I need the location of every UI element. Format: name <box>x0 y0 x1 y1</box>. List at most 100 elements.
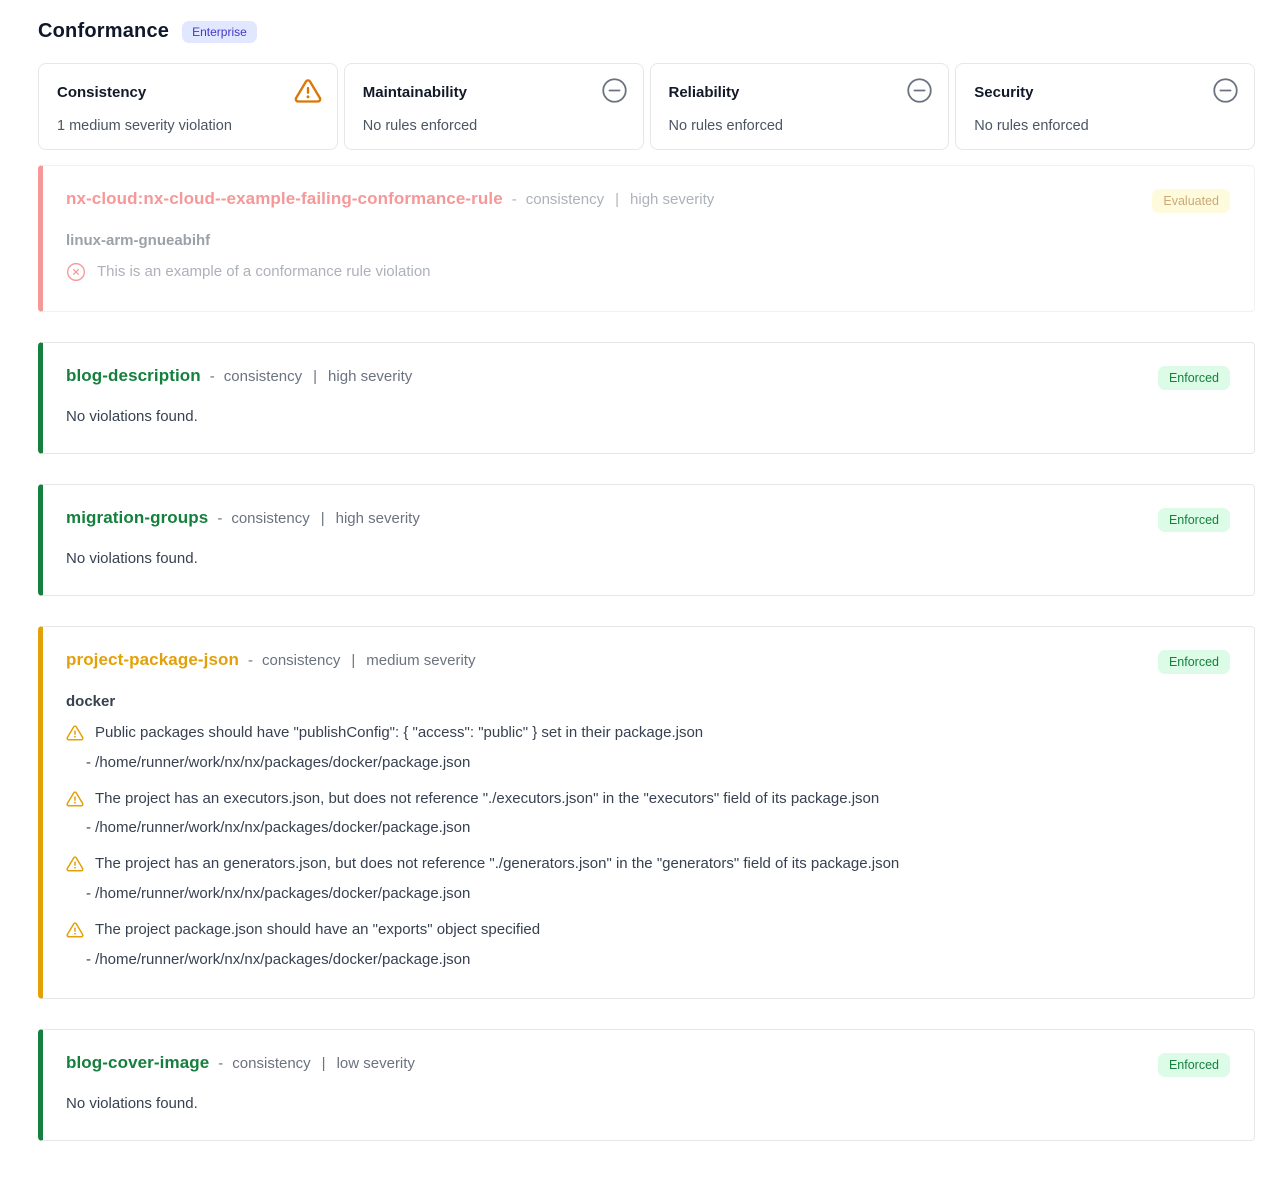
summary-card-status: No rules enforced <box>669 118 934 134</box>
violation-message: The project has an generators.json, but … <box>95 853 899 875</box>
rule-title: project-package-json - consistency | med… <box>66 650 475 670</box>
violation-row: The project has an generators.json, but … <box>66 853 1230 875</box>
summary-card-consistency: Consistency 1 medium severity violation <box>38 63 338 150</box>
violation-file-path: - /home/runner/work/nx/nx/packages/docke… <box>86 883 1230 904</box>
conformance-page: Conformance Enterprise Consistency 1 med… <box>0 0 1287 1171</box>
dash-circle-icon <box>906 77 933 104</box>
violation-row: This is an example of a conformance rule… <box>66 261 1230 283</box>
summary-card-security: Security No rules enforced <box>955 63 1255 150</box>
rule-list: nx-cloud:nx-cloud--example-failing-confo… <box>38 165 1255 1141</box>
warning-triangle-icon <box>66 724 84 742</box>
violation-message: The project has an executors.json, but d… <box>95 788 879 810</box>
rule-head: nx-cloud:nx-cloud--example-failing-confo… <box>66 189 1230 213</box>
rule-separator: | <box>313 368 317 385</box>
rule-category: consistency <box>262 652 340 669</box>
violation-row: Public packages should have "publishConf… <box>66 722 1230 744</box>
rule-dash: - <box>217 510 222 527</box>
violation-list: This is an example of a conformance rule… <box>66 261 1230 283</box>
rule-severity: high severity <box>336 510 420 527</box>
x-circle-icon <box>66 262 86 282</box>
rule-head: blog-cover-image - consistency | low sev… <box>66 1053 1230 1077</box>
rule-head: blog-description - consistency | high se… <box>66 366 1230 390</box>
enforced-badge: Enforced <box>1158 650 1230 674</box>
rule-card-blog-cover-image: blog-cover-image - consistency | low sev… <box>38 1029 1255 1141</box>
evaluated-badge: Evaluated <box>1152 189 1230 213</box>
summary-card-title: Reliability <box>669 77 740 101</box>
summary-card-top: Maintainability <box>363 77 628 104</box>
violation-message: Public packages should have "publishConf… <box>95 722 703 744</box>
rule-separator: | <box>351 652 355 669</box>
summary-card-maintainability: Maintainability No rules enforced <box>344 63 644 150</box>
dash-circle-icon <box>601 77 628 104</box>
enforced-badge: Enforced <box>1158 366 1230 390</box>
rule-severity: medium severity <box>366 652 475 669</box>
violation-file-path: - /home/runner/work/nx/nx/packages/docke… <box>86 752 1230 773</box>
rule-head: migration-groups - consistency | high se… <box>66 508 1230 532</box>
rule-title: migration-groups - consistency | high se… <box>66 508 420 528</box>
violation-message: The project package.json should have an … <box>95 919 540 941</box>
warning-triangle-icon <box>66 790 84 808</box>
violation-row: The project package.json should have an … <box>66 919 1230 941</box>
summary-card-top: Reliability <box>669 77 934 104</box>
enforced-badge: Enforced <box>1158 1053 1230 1077</box>
summary-card-title: Consistency <box>57 77 146 101</box>
rule-project-name: linux-arm-gnueabihf <box>66 232 1230 249</box>
rule-severity: low severity <box>337 1055 415 1072</box>
warning-triangle-icon <box>294 77 322 105</box>
page-header: Conformance Enterprise <box>38 20 1255 43</box>
violation-item: This is an example of a conformance rule… <box>66 261 1230 283</box>
rule-name-link[interactable]: migration-groups <box>66 508 208 528</box>
rule-name-link[interactable]: blog-description <box>66 366 201 386</box>
violation-list: Public packages should have "publishConf… <box>66 722 1230 970</box>
rule-dash: - <box>218 1055 223 1072</box>
enterprise-badge: Enterprise <box>182 21 257 43</box>
page-title: Conformance <box>38 20 169 43</box>
rule-name-link[interactable]: nx-cloud:nx-cloud--example-failing-confo… <box>66 189 503 209</box>
rule-card-example-failing-conformance-rule: nx-cloud:nx-cloud--example-failing-confo… <box>38 165 1255 312</box>
rule-severity: high severity <box>630 191 714 208</box>
rule-category: consistency <box>231 510 309 527</box>
summary-card-top: Consistency <box>57 77 322 105</box>
summary-card-reliability: Reliability No rules enforced <box>650 63 950 150</box>
rule-dash: - <box>248 652 253 669</box>
rule-card-blog-description: blog-description - consistency | high se… <box>38 342 1255 454</box>
enforced-badge: Enforced <box>1158 508 1230 532</box>
summary-card-status: 1 medium severity violation <box>57 118 322 134</box>
rule-title: blog-description - consistency | high se… <box>66 366 412 386</box>
rule-dash: - <box>512 191 517 208</box>
summary-card-status: No rules enforced <box>363 118 628 134</box>
summary-card-top: Security <box>974 77 1239 104</box>
rule-separator: | <box>615 191 619 208</box>
rule-category: consistency <box>224 368 302 385</box>
rule-card-migration-groups: migration-groups - consistency | high se… <box>38 484 1255 596</box>
violation-file-path: - /home/runner/work/nx/nx/packages/docke… <box>86 817 1230 838</box>
violation-row: The project has an executors.json, but d… <box>66 788 1230 810</box>
rule-separator: | <box>321 510 325 527</box>
violation-file-path: - /home/runner/work/nx/nx/packages/docke… <box>86 949 1230 970</box>
violation-item: Public packages should have "publishConf… <box>66 722 1230 773</box>
violation-item: The project has an generators.json, but … <box>66 853 1230 904</box>
rule-dash: - <box>210 368 215 385</box>
warning-triangle-icon <box>66 855 84 873</box>
rule-card-project-package-json: project-package-json - consistency | med… <box>38 626 1255 999</box>
rule-severity: high severity <box>328 368 412 385</box>
rule-separator: | <box>322 1055 326 1072</box>
no-violations-message: No violations found. <box>66 1095 1230 1112</box>
rule-head: project-package-json - consistency | med… <box>66 650 1230 674</box>
rule-category: consistency <box>232 1055 310 1072</box>
summary-card-status: No rules enforced <box>974 118 1239 134</box>
summary-cards: Consistency 1 medium severity violation … <box>38 63 1255 150</box>
rule-category: consistency <box>526 191 604 208</box>
summary-card-title: Maintainability <box>363 77 467 101</box>
rule-title: nx-cloud:nx-cloud--example-failing-confo… <box>66 189 714 209</box>
violation-item: The project has an executors.json, but d… <box>66 788 1230 839</box>
no-violations-message: No violations found. <box>66 550 1230 567</box>
violation-message: This is an example of a conformance rule… <box>97 261 431 283</box>
rule-name-link[interactable]: blog-cover-image <box>66 1053 209 1073</box>
no-violations-message: No violations found. <box>66 408 1230 425</box>
violation-item: The project package.json should have an … <box>66 919 1230 970</box>
dash-circle-icon <box>1212 77 1239 104</box>
rule-title: blog-cover-image - consistency | low sev… <box>66 1053 415 1073</box>
rule-project-name: docker <box>66 693 1230 710</box>
rule-name-link[interactable]: project-package-json <box>66 650 239 670</box>
